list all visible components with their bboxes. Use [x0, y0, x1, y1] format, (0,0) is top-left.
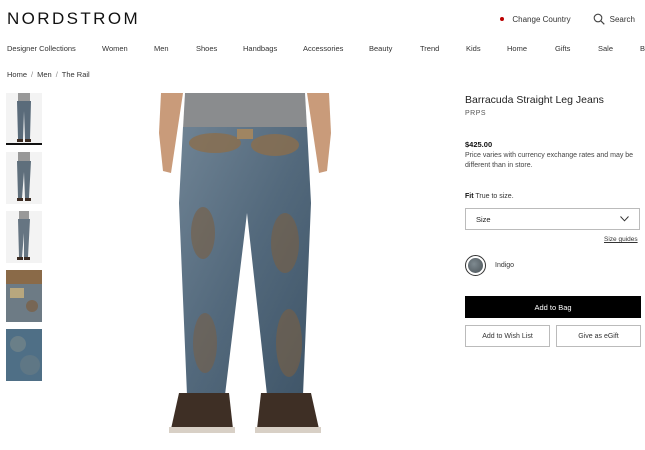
country-flag-icon	[500, 17, 505, 21]
add-to-bag-button[interactable]: Add to Bag	[465, 296, 641, 318]
nav-item-shoes[interactable]: Shoes	[196, 44, 217, 53]
nav-item-home[interactable]: Home	[507, 44, 527, 53]
price-note: Price varies with currency exchange rate…	[465, 152, 634, 169]
breadcrumb-the-rail[interactable]: The Rail	[62, 70, 90, 79]
thumbnail-front[interactable]	[6, 93, 42, 145]
add-to-wish-list-button[interactable]: Add to Wish List	[465, 325, 550, 347]
fit-label: Fit	[465, 193, 474, 200]
nav-item-women[interactable]: Women	[102, 44, 128, 53]
fit-info: Fit True to size.	[465, 193, 514, 200]
breadcrumb: Home / Men / The Rail	[7, 70, 90, 79]
chevron-down-icon	[620, 216, 629, 222]
nav-item-handbags[interactable]: Handbags	[243, 44, 277, 53]
color-label: Indigo	[495, 262, 515, 269]
header-utilities: Change Country Search	[500, 13, 635, 25]
product-title: Barracuda Straight Leg Jeans	[465, 94, 604, 106]
product-price: $425.00	[465, 140, 493, 149]
product-brand[interactable]: PRPS	[465, 110, 486, 117]
size-guides-link[interactable]: Size guides	[604, 236, 638, 243]
thumbnail-detail-waist[interactable]	[6, 270, 42, 322]
give-as-egift-button[interactable]: Give as eGift	[556, 325, 641, 347]
size-select-label: Size	[476, 214, 491, 224]
breadcrumb-men[interactable]: Men	[37, 70, 52, 79]
product-hero-image[interactable]	[125, 93, 365, 445]
change-country-link[interactable]: Change Country	[512, 15, 570, 24]
nav-item-men[interactable]: Men	[154, 44, 169, 53]
search-link[interactable]: Search	[610, 15, 635, 24]
thumbnail-back[interactable]	[6, 211, 42, 263]
nav-item-sale[interactable]: Sale	[598, 44, 613, 53]
thumbnail-gallery	[6, 93, 42, 388]
search-icon[interactable]	[593, 13, 605, 25]
nav-item-kids[interactable]: Kids	[466, 44, 481, 53]
breadcrumb-home[interactable]: Home	[7, 70, 27, 79]
main-nav: Designer Collections Women Men Shoes Han…	[0, 44, 645, 56]
nav-item-trend[interactable]: Trend	[420, 44, 439, 53]
nav-item-designer-collections[interactable]: Designer Collections	[7, 44, 76, 53]
nav-item-gifts[interactable]: Gifts	[555, 44, 570, 53]
color-swatch-indigo[interactable]	[465, 255, 486, 276]
thumbnail-side[interactable]	[6, 152, 42, 204]
nav-item-accessories[interactable]: Accessories	[303, 44, 343, 53]
size-select[interactable]: Size	[465, 208, 640, 230]
nav-item-beauty[interactable]: Beauty	[369, 44, 392, 53]
nordstrom-logo[interactable]: NORDSTROM	[7, 9, 140, 29]
nav-item-more[interactable]: B	[640, 44, 645, 53]
thumbnail-detail-fabric[interactable]	[6, 329, 42, 381]
fit-value: True to size.	[475, 193, 514, 200]
